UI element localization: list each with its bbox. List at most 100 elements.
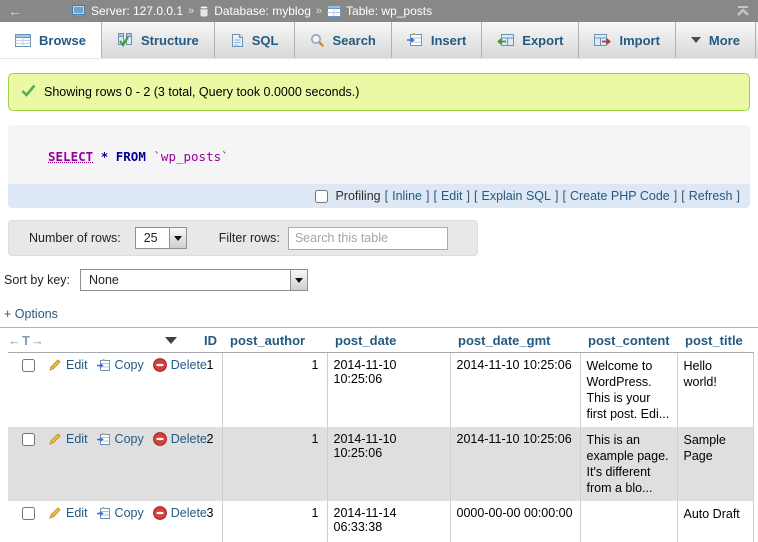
sort-row: Sort by key: None <box>4 269 750 291</box>
export-icon <box>497 33 514 47</box>
sort-by-key-select[interactable]: None <box>80 269 308 291</box>
create-php-code-link[interactable]: Create PHP Code <box>570 189 670 203</box>
rows-filter-bar: Number of rows: 25 Filter rows: <box>8 220 478 256</box>
tab-structure-label: Structure <box>141 33 199 48</box>
edit-link[interactable]: Edit <box>48 506 88 520</box>
back-arrow-icon[interactable]: ← <box>8 4 22 18</box>
with-selected-dropdown-icon[interactable] <box>165 337 177 344</box>
header-post-title[interactable]: post_title <box>677 328 753 353</box>
cell-post-date-gmt: 2014-11-10 10:25:06 <box>450 353 580 428</box>
tab-bar: Browse Structure SQL Search Insert Expor… <box>0 22 758 59</box>
browse-icon <box>15 34 31 47</box>
number-of-rows-value: 25 <box>136 231 169 245</box>
server-icon <box>72 5 86 18</box>
row-checkbox[interactable] <box>22 359 35 372</box>
cell-post-title: Auto Draft <box>677 501 753 542</box>
table-row: Edit Copy Delete 3 1 2014-11-14 06:33:38… <box>8 501 753 542</box>
sort-by-key-label: Sort by key: <box>4 273 70 287</box>
edit-link[interactable]: Edit <box>48 432 88 446</box>
cell-post-title: Hello world! <box>677 353 753 428</box>
cell-post-date: 2014-11-10 10:25:06 <box>327 427 450 501</box>
column-move-icon[interactable]: ←T→ <box>8 333 45 348</box>
copy-icon <box>97 507 111 520</box>
delete-icon <box>153 506 167 520</box>
tab-import[interactable]: Import <box>579 22 675 58</box>
header-id[interactable]: ID <box>195 328 222 353</box>
refresh-link[interactable]: Refresh <box>689 189 733 203</box>
bracket: [ <box>385 189 388 203</box>
breadcrumb-table[interactable]: Table: wp_posts <box>327 4 432 18</box>
copy-label: Copy <box>115 432 144 446</box>
cell-post-title: Sample Page <box>677 427 753 501</box>
delete-label: Delete <box>171 358 207 372</box>
sql-keyword-from: FROM <box>116 149 146 164</box>
cell-post-date-gmt: 0000-00-00 00:00:00 <box>450 501 580 542</box>
copy-icon <box>97 433 111 446</box>
cell-post-content <box>580 501 677 542</box>
cell-post-date: 2014-11-10 10:25:06 <box>327 353 450 428</box>
bracket: [ <box>433 189 436 203</box>
actions-cell: Edit Copy Delete <box>8 427 195 501</box>
delete-label: Delete <box>171 432 207 446</box>
copy-link[interactable]: Copy <box>97 358 144 372</box>
breadcrumb-separator: » <box>316 5 322 17</box>
tab-more[interactable]: More <box>676 22 756 58</box>
breadcrumb-separator: » <box>188 5 194 17</box>
breadcrumb: Server: 127.0.0.1 » Database: myblog » T… <box>72 4 432 18</box>
header-post-date[interactable]: post_date <box>327 328 450 353</box>
delete-link[interactable]: Delete <box>153 358 207 372</box>
number-of-rows-select[interactable]: 25 <box>135 227 187 249</box>
header-post-date-gmt[interactable]: post_date_gmt <box>450 328 580 353</box>
options-toggle-link[interactable]: + Options <box>4 307 750 321</box>
tab-more-label: More <box>709 33 740 48</box>
copy-link[interactable]: Copy <box>97 432 144 446</box>
delete-link[interactable]: Delete <box>153 506 207 520</box>
cell-post-author: 1 <box>222 427 327 501</box>
tab-search[interactable]: Search <box>295 22 392 58</box>
tab-browse-label: Browse <box>39 33 86 48</box>
cell-post-author: 1 <box>222 353 327 428</box>
tab-sql[interactable]: SQL <box>215 22 295 58</box>
row-checkbox[interactable] <box>22 433 35 446</box>
scroll-to-top-icon[interactable] <box>736 6 750 17</box>
inline-link[interactable]: Inline <box>392 189 422 203</box>
header-row: ←T→ ID post_author post_date post_date_g… <box>8 328 753 353</box>
tab-structure[interactable]: Structure <box>102 22 215 58</box>
sql-icon <box>230 33 244 48</box>
filter-rows-input[interactable] <box>288 227 448 250</box>
header-post-author[interactable]: post_author <box>222 328 327 353</box>
header-actions: ←T→ <box>8 328 195 353</box>
breadcrumb-table-label: Table: wp_posts <box>346 4 432 18</box>
table-icon <box>327 5 341 17</box>
structure-icon <box>117 33 133 47</box>
insert-icon <box>407 33 423 47</box>
success-message-text: Showing rows 0 - 2 (3 total, Query took … <box>44 85 359 99</box>
profiling-checkbox[interactable] <box>315 190 328 203</box>
bracket: [ <box>681 189 684 203</box>
copy-label: Copy <box>115 358 144 372</box>
tab-insert[interactable]: Insert <box>392 22 482 58</box>
edit-link[interactable]: Edit <box>48 358 88 372</box>
cell-post-author: 1 <box>222 501 327 542</box>
query-tools-bar: Profiling [ Inline ] [ Edit ] [ Explain … <box>8 184 750 208</box>
more-dropdown-icon <box>691 37 701 43</box>
edit-query-link[interactable]: Edit <box>441 189 463 203</box>
bracket: ] <box>467 189 470 203</box>
breadcrumb-database[interactable]: Database: myblog <box>199 4 311 18</box>
results-table-wrap: ←T→ ID post_author post_date post_date_g… <box>0 327 758 542</box>
table-row: Edit Copy Delete 1 1 2014-11-10 10:25:06… <box>8 353 753 428</box>
pencil-icon <box>48 358 62 372</box>
explain-sql-link[interactable]: Explain SQL <box>481 189 550 203</box>
sql-table-identifier: `wp_posts` <box>153 149 228 164</box>
cell-post-content: This is an example page. It's different … <box>580 427 677 501</box>
sql-keyword-select[interactable]: SELECT <box>48 149 93 164</box>
pencil-icon <box>48 506 62 520</box>
search-icon <box>310 33 325 48</box>
breadcrumb-server[interactable]: Server: 127.0.0.1 <box>72 4 183 18</box>
row-checkbox[interactable] <box>22 507 35 520</box>
tab-browse[interactable]: Browse <box>0 22 102 58</box>
header-post-content[interactable]: post_content <box>580 328 677 353</box>
tab-export[interactable]: Export <box>482 22 579 58</box>
delete-link[interactable]: Delete <box>153 432 207 446</box>
copy-link[interactable]: Copy <box>97 506 144 520</box>
